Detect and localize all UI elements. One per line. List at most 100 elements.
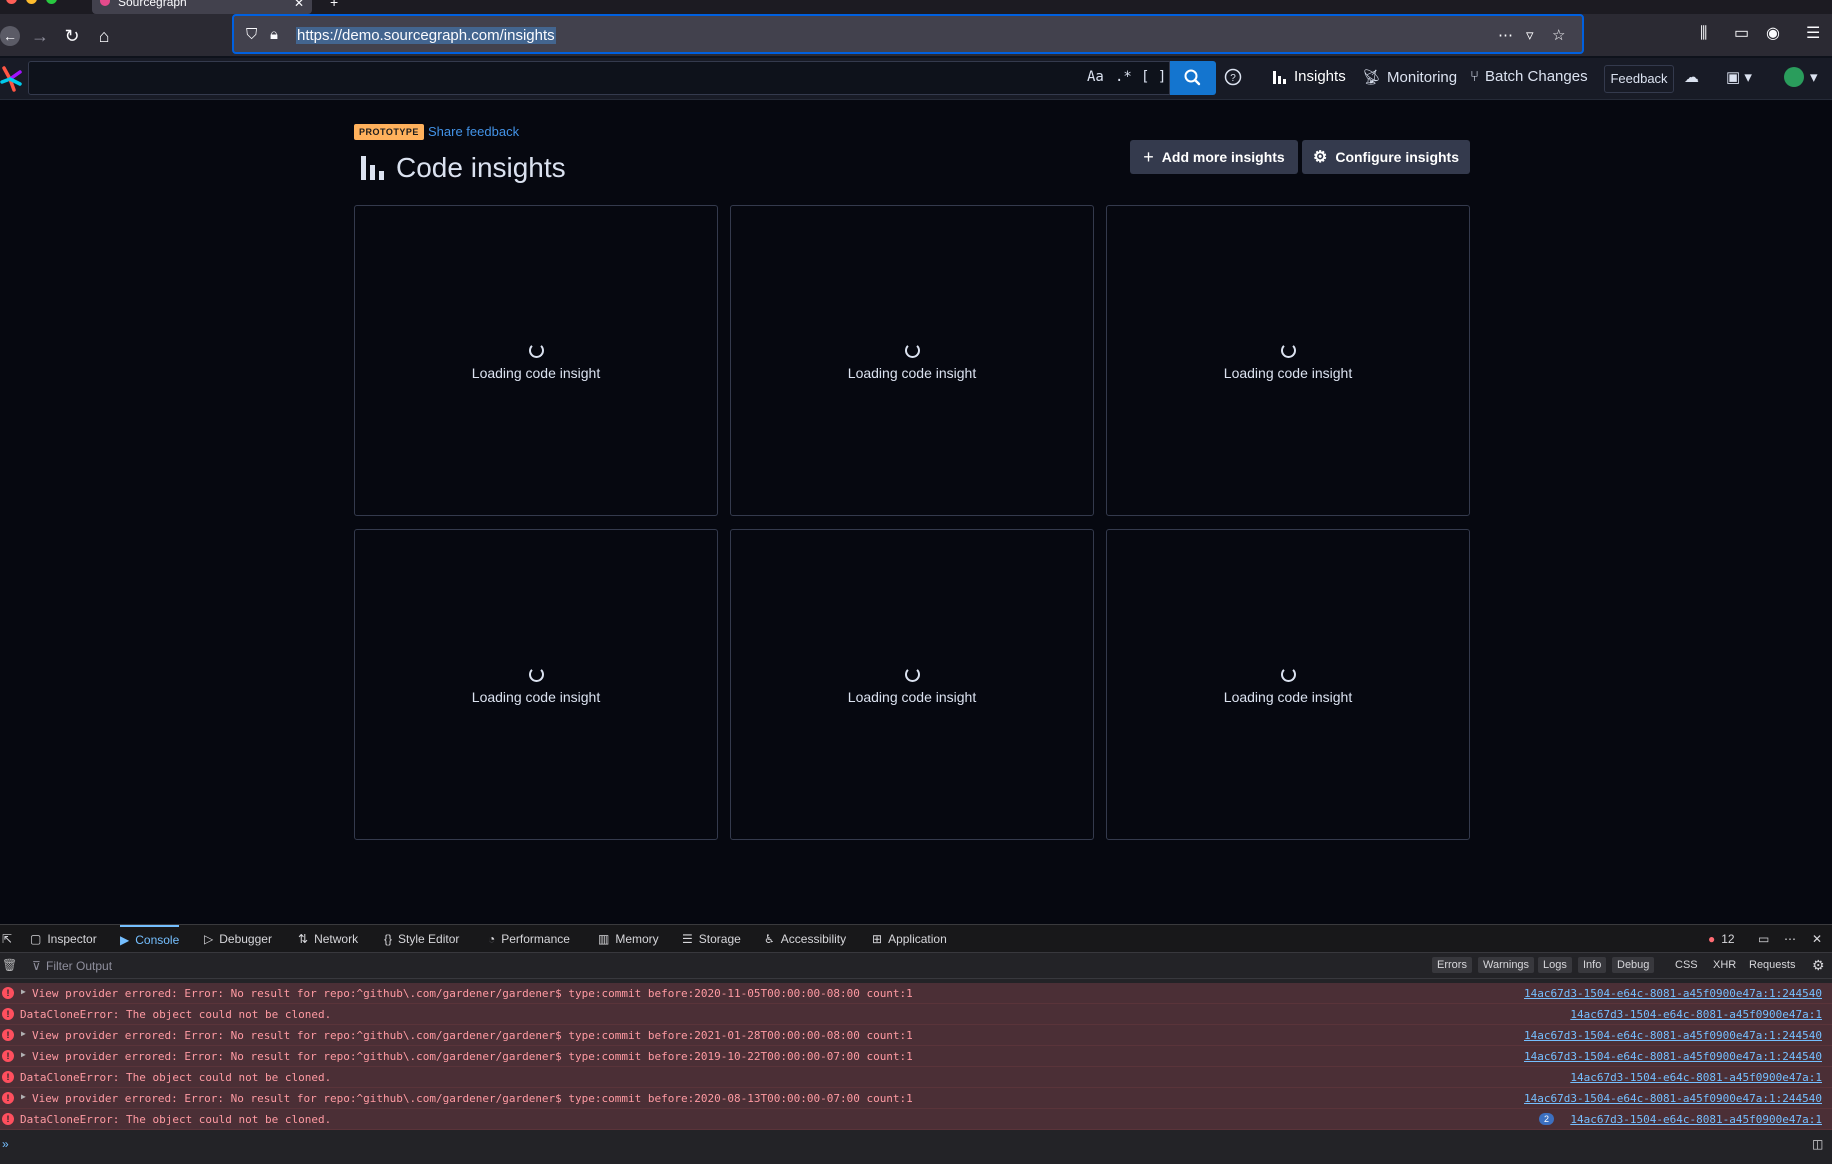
user-avatar[interactable]: ▾ — [1784, 67, 1818, 87]
tab-accessibility[interactable]: ♿︎ Accessibility — [764, 925, 846, 953]
library-icon[interactable]: ⫼ — [1700, 24, 1707, 44]
console-message[interactable]: ! DataCloneError: The object could not b… — [0, 1067, 1832, 1088]
tab-style-editor-label: Style Editor — [398, 932, 460, 946]
url-text[interactable]: https://demo.sourcegraph.com/insights — [296, 27, 556, 44]
dock-icon[interactable]: ▭ — [1758, 925, 1769, 953]
search-button[interactable] — [1170, 61, 1216, 95]
console-message-source[interactable]: 14ac67d3-1504-e64c-8081-a45f0900e47a:1:2… — [1524, 1050, 1822, 1063]
nav-batch-changes[interactable]: ⑂ Batch Changes — [1470, 68, 1588, 85]
filter-css[interactable]: CSS — [1670, 957, 1703, 973]
minimize-window-icon[interactable] — [26, 0, 37, 4]
nav-insights[interactable]: Insights — [1272, 68, 1346, 85]
tab-network[interactable]: ⇅ Network — [298, 925, 358, 953]
filter-debug[interactable]: Debug — [1612, 957, 1655, 973]
error-count[interactable]: ● 12 — [1708, 925, 1735, 953]
console-message[interactable]: ! DataCloneError: The object could not b… — [0, 1109, 1832, 1130]
command-palette-icon[interactable]: ▣ ▾ — [1726, 68, 1752, 86]
console-icon: ▶ — [120, 933, 130, 947]
shield-icon[interactable]: ⛉ — [246, 26, 257, 43]
error-icon: ! — [2, 1029, 14, 1041]
close-window-icon[interactable] — [6, 0, 17, 4]
account-icon[interactable]: ◉ — [1766, 24, 1780, 44]
tab-accessibility-label: Accessibility — [780, 932, 847, 946]
lock-icon[interactable]: 🔒︎ — [270, 26, 278, 43]
filter-input[interactable]: Filter Output — [46, 959, 112, 973]
devtools-menu-icon[interactable]: ⋯ — [1784, 925, 1796, 953]
error-icon: ! — [2, 1113, 14, 1125]
insight-card: Loading code insight — [354, 529, 718, 840]
console-message[interactable]: ! ▶ View provider errored: Error: No res… — [0, 1025, 1832, 1046]
memory-icon: ▥ — [598, 932, 610, 946]
insight-card: Loading code insight — [1106, 529, 1470, 840]
editor-mode-icon[interactable]: ◫ — [1812, 1137, 1823, 1151]
cloud-icon[interactable]: ☁ — [1684, 68, 1699, 86]
case-sensitivity-toggle[interactable]: Aa — [1087, 69, 1104, 85]
tab-storage[interactable]: ☰ Storage — [682, 925, 741, 953]
filter-logs[interactable]: Logs — [1538, 957, 1572, 973]
filter-info[interactable]: Info — [1578, 957, 1607, 973]
sourcegraph-logo-icon[interactable] — [0, 64, 22, 94]
add-more-insights-label: Add more insights — [1161, 149, 1285, 165]
tab-memory[interactable]: ▥ Memory — [598, 925, 659, 953]
filter-requests[interactable]: Requests — [1744, 957, 1800, 973]
filter-errors[interactable]: Errors — [1432, 957, 1472, 973]
maximize-window-icon[interactable] — [46, 0, 57, 4]
configure-insights-button[interactable]: ⚙ Configure insights — [1302, 140, 1470, 174]
sidebar-icon[interactable]: ▭ — [1734, 24, 1749, 44]
home-icon[interactable]: ⌂ — [92, 24, 116, 48]
console-message[interactable]: ! ▶ View provider errored: Error: No res… — [0, 1088, 1832, 1109]
repeat-count-badge: 2 — [1538, 1113, 1554, 1125]
close-devtools-icon[interactable]: ✕ — [1812, 925, 1822, 953]
console-message[interactable]: ! DataCloneError: The object could not b… — [0, 1004, 1832, 1025]
console-message-source[interactable]: 14ac67d3-1504-e64c-8081-a45f0900e47a:1 — [1570, 1113, 1822, 1126]
console-message-source[interactable]: 14ac67d3-1504-e64c-8081-a45f0900e47a:1 — [1570, 1071, 1822, 1084]
forward-icon[interactable]: → — [28, 24, 52, 48]
expand-arrow-icon[interactable]: ▶ — [21, 1050, 26, 1059]
expand-arrow-icon[interactable]: ▶ — [21, 1029, 26, 1038]
tab-inspector[interactable]: ▢ Inspector — [30, 925, 97, 953]
console-filter-bar: 🗑︎ ⊽ Filter Output Errors Warnings Logs … — [0, 953, 1832, 979]
tab-style-editor[interactable]: {} Style Editor — [384, 925, 459, 953]
menu-icon[interactable]: ☰ — [1806, 24, 1820, 44]
tab-performance[interactable]: ◔ Performance — [488, 925, 570, 953]
help-icon[interactable]: ? — [1224, 68, 1242, 86]
tab-application[interactable]: ⊞ Application — [872, 925, 947, 953]
add-more-insights-button[interactable]: + Add more insights — [1130, 140, 1298, 174]
console-message-source[interactable]: 14ac67d3-1504-e64c-8081-a45f0900e47a:1:2… — [1524, 987, 1822, 1000]
chart-bar-icon — [361, 156, 384, 180]
pocket-icon[interactable]: ▿ — [1526, 26, 1534, 44]
bookmark-star-icon[interactable]: ☆ — [1552, 26, 1565, 44]
storage-icon: ☰ — [682, 932, 693, 946]
search-input[interactable]: Aa .* [ ] — [28, 61, 1170, 95]
nav-monitoring[interactable]: 📡︎ Monitoring — [1362, 68, 1457, 87]
console-settings-gear-icon[interactable]: ⚙ — [1812, 957, 1825, 974]
structural-search-toggle[interactable]: [ ] — [1141, 69, 1166, 85]
share-feedback-link[interactable]: Share feedback — [428, 124, 519, 139]
filter-warnings[interactable]: Warnings — [1478, 957, 1535, 973]
console-message-source[interactable]: 14ac67d3-1504-e64c-8081-a45f0900e47a:1:2… — [1524, 1029, 1822, 1042]
expand-arrow-icon[interactable]: ▶ — [21, 1092, 26, 1101]
console-message[interactable]: ! ▶ View provider errored: Error: No res… — [0, 1046, 1832, 1067]
filter-xhr[interactable]: XHR — [1708, 957, 1741, 973]
trash-icon[interactable]: 🗑︎ — [2, 958, 17, 972]
element-picker-icon[interactable]: ⇱ — [2, 925, 12, 953]
tab-console[interactable]: ▶ Console — [120, 925, 180, 953]
expand-arrow-icon[interactable]: ▶ — [21, 987, 26, 996]
url-bar[interactable]: ⛉ 🔒︎ https://demo.sourcegraph.com/insigh… — [232, 14, 1584, 54]
page-actions-icon[interactable]: ⋯ — [1498, 26, 1513, 44]
browser-tab[interactable]: Sourcegraph ✕ — [92, 0, 312, 14]
feedback-button[interactable]: Feedback — [1604, 65, 1674, 93]
back-icon[interactable]: ← — [0, 26, 20, 46]
console-message-source[interactable]: 14ac67d3-1504-e64c-8081-a45f0900e47a:1 — [1570, 1008, 1822, 1021]
reload-icon[interactable]: ↻ — [60, 24, 84, 48]
close-tab-icon[interactable]: ✕ — [294, 0, 304, 10]
tab-debugger[interactable]: ▷ Debugger — [204, 925, 272, 953]
new-tab-icon[interactable]: + — [330, 0, 338, 10]
console-message-source[interactable]: 14ac67d3-1504-e64c-8081-a45f0900e47a:1:2… — [1524, 1092, 1822, 1105]
loading-spinner-icon — [529, 343, 544, 358]
browser-tab-strip: Sourcegraph ✕ + — [0, 0, 1832, 14]
regexp-toggle[interactable]: .* — [1115, 69, 1132, 85]
console-input[interactable]: » ◫ — [0, 1131, 1832, 1164]
console-message[interactable]: ! ▶ View provider errored: Error: No res… — [0, 983, 1832, 1004]
insight-card: Loading code insight — [730, 205, 1094, 516]
